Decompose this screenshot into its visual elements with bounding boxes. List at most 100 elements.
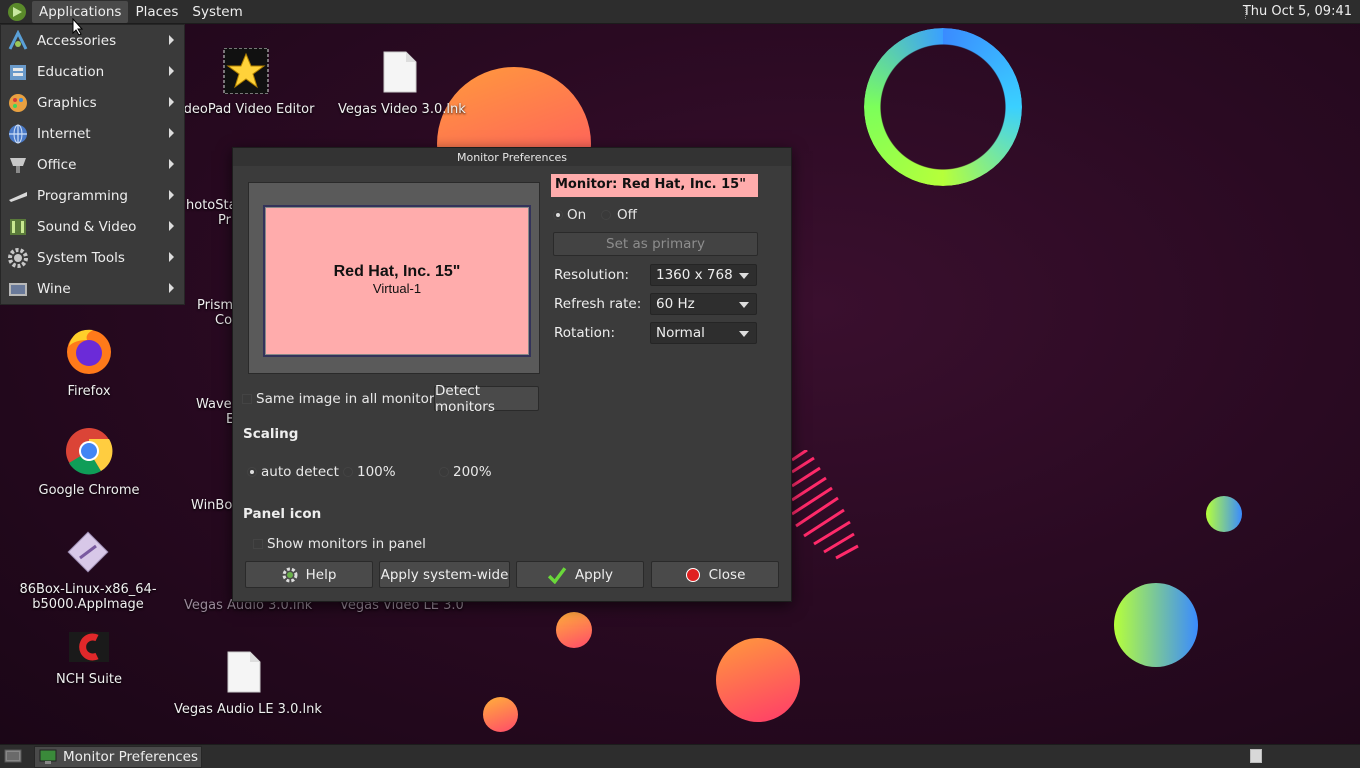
scaling-100-radio[interactable]: 100% xyxy=(343,464,396,480)
radio-auto-indicator[interactable] xyxy=(247,467,257,477)
desktop-label: 86Box-Linux-x86_64- xyxy=(19,582,157,597)
scaling-auto-label: auto detect xyxy=(261,464,339,480)
menu-item-office[interactable]: Office xyxy=(1,149,184,180)
menu-item-internet[interactable]: Internet xyxy=(1,118,184,149)
system-menu[interactable]: System xyxy=(185,1,249,23)
desktop-label: Vegas Video 3.0.lnk xyxy=(338,102,466,117)
rotation-select[interactable]: Normal xyxy=(650,322,757,344)
desktop-label-line2: b5000.AppImage xyxy=(32,597,144,612)
submenu-arrow-icon xyxy=(169,128,174,138)
wine-icon xyxy=(9,282,27,296)
mate-logo-icon xyxy=(8,2,26,21)
power-on-label: On xyxy=(567,207,587,223)
resolution-label: Resolution: xyxy=(554,267,630,283)
accessories-icon xyxy=(8,29,28,50)
set-primary-button[interactable]: Set as primary xyxy=(553,232,758,256)
menu-item-sound-video[interactable]: Sound & Video xyxy=(1,211,184,242)
desktop-icon-chrome[interactable]: Google Chrome xyxy=(34,427,144,498)
resolution-select[interactable]: 1360 x 768 xyxy=(650,264,757,286)
detect-monitors-button[interactable]: Detect monitors xyxy=(434,383,539,415)
desktop-icon-firefox[interactable]: Firefox xyxy=(44,326,134,399)
education-icon xyxy=(10,64,26,80)
desktop-icon-videopad[interactable]: ideoPad Video Editor xyxy=(180,47,314,117)
videopad-icon xyxy=(223,47,269,95)
taskbar-monitor-preferences[interactable]: Monitor Preferences xyxy=(34,746,202,768)
show-monitors-check[interactable] xyxy=(253,539,263,549)
bottom-panel: Monitor Preferences xyxy=(0,744,1360,768)
same-image-checkbox[interactable]: Same image in all monitors xyxy=(242,391,441,407)
close-label: Close xyxy=(708,566,746,583)
refresh-rate-select[interactable]: 60 Hz xyxy=(650,293,757,315)
menu-item-label: Graphics xyxy=(37,94,97,111)
desktop-label: Vegas Audio LE 3.0.lnk xyxy=(174,702,322,717)
submenu-arrow-icon xyxy=(169,159,174,169)
graphics-icon xyxy=(9,93,27,112)
nch-suite-icon xyxy=(69,632,109,662)
top-panel: Applications Places System Thu Oct 5, 09… xyxy=(0,0,1360,24)
taskbar-label: Monitor Preferences xyxy=(63,749,199,765)
orange-small-circle-decoration xyxy=(556,612,592,648)
rotation-label: Rotation: xyxy=(554,325,616,341)
submenu-arrow-icon xyxy=(169,97,174,107)
large-blue-circle-decoration xyxy=(1114,583,1198,667)
desktop-icon-wavepad[interactable]: Wave E xyxy=(196,397,234,427)
apply-label: Apply xyxy=(574,566,614,583)
menu-item-education[interactable]: Education xyxy=(1,56,184,87)
monitor-preview[interactable]: Red Hat, Inc. 15" Virtual-1 xyxy=(263,205,531,357)
submenu-arrow-icon xyxy=(169,66,174,76)
firefox-icon xyxy=(67,329,111,374)
scaling-auto-radio[interactable]: auto detect xyxy=(247,464,339,480)
close-button[interactable]: Close xyxy=(651,561,779,588)
power-on-radio[interactable]: On xyxy=(553,207,586,223)
help-button[interactable]: Help xyxy=(245,561,373,588)
places-menu[interactable]: Places xyxy=(128,1,185,23)
workspace-switcher[interactable] xyxy=(1250,749,1262,763)
help-icon xyxy=(282,567,298,582)
panel-icon-heading: Panel icon xyxy=(243,506,322,522)
radio-200-indicator[interactable] xyxy=(439,467,449,477)
apply-button[interactable]: Apply xyxy=(516,561,644,588)
refresh-rate-value: 60 Hz xyxy=(656,296,695,312)
desktop-icon-prism[interactable]: Prism Co xyxy=(197,298,233,328)
radio-on-indicator[interactable] xyxy=(553,210,563,220)
desktop-label: WinBo xyxy=(191,498,233,513)
desktop-label: Wave xyxy=(196,397,232,412)
radio-off-indicator[interactable] xyxy=(601,210,611,220)
submenu-arrow-icon xyxy=(169,252,174,262)
scaling-100-label: 100% xyxy=(357,464,396,480)
menu-item-graphics[interactable]: Graphics xyxy=(1,87,184,118)
menu-item-accessories[interactable]: Accessories xyxy=(1,25,184,56)
same-image-check[interactable] xyxy=(242,394,252,404)
file-icon xyxy=(383,51,417,93)
show-monitors-label: Show monitors in panel xyxy=(267,536,426,552)
menu-item-programming[interactable]: Programming xyxy=(1,180,184,211)
show-desktop-icon[interactable] xyxy=(4,748,22,764)
help-label: Help xyxy=(305,566,337,583)
monitor-label: Monitor: Red Hat, Inc. 15" xyxy=(551,174,758,197)
checkmark-icon xyxy=(547,566,567,584)
scaling-200-radio[interactable]: 200% xyxy=(439,464,492,480)
resolution-value: 1360 x 768 xyxy=(656,267,733,283)
show-monitors-checkbox[interactable]: Show monitors in panel xyxy=(253,536,426,552)
menu-item-wine[interactable]: Wine xyxy=(1,273,184,304)
clock[interactable]: Thu Oct 5, 09:41 xyxy=(1243,4,1352,19)
submenu-arrow-icon xyxy=(169,35,174,45)
scaling-heading: Scaling xyxy=(243,426,299,442)
mouse-cursor-icon xyxy=(72,18,84,36)
desktop-icon-nch-suite[interactable]: NCH Suite xyxy=(44,630,134,687)
desktop-icon-86box[interactable]: 86Box-Linux-x86_64- b5000.AppImage xyxy=(18,530,158,612)
desktop-icon-photostage[interactable]: hotoSta Pr xyxy=(186,198,237,228)
dialog-title[interactable]: Monitor Preferences xyxy=(233,148,791,166)
power-off-radio[interactable]: Off xyxy=(601,207,637,223)
radio-100-indicator[interactable] xyxy=(343,467,353,477)
desktop-icon-vegas-audio-le[interactable]: Vegas Audio LE 3.0.lnk xyxy=(174,650,322,717)
orange-tiny-circle-decoration xyxy=(483,697,518,732)
system-tools-icon xyxy=(8,247,28,268)
office-icon xyxy=(10,157,26,173)
desktop-icon-vegas-video[interactable]: Vegas Video 3.0.lnk xyxy=(338,50,466,117)
desktop-icon-winbox[interactable]: WinBo xyxy=(191,498,232,513)
menu-item-system-tools[interactable]: System Tools xyxy=(1,242,184,273)
submenu-arrow-icon xyxy=(169,190,174,200)
apply-system-wide-button[interactable]: Apply system-wide xyxy=(379,561,510,588)
desktop-label: Prism xyxy=(197,298,234,313)
